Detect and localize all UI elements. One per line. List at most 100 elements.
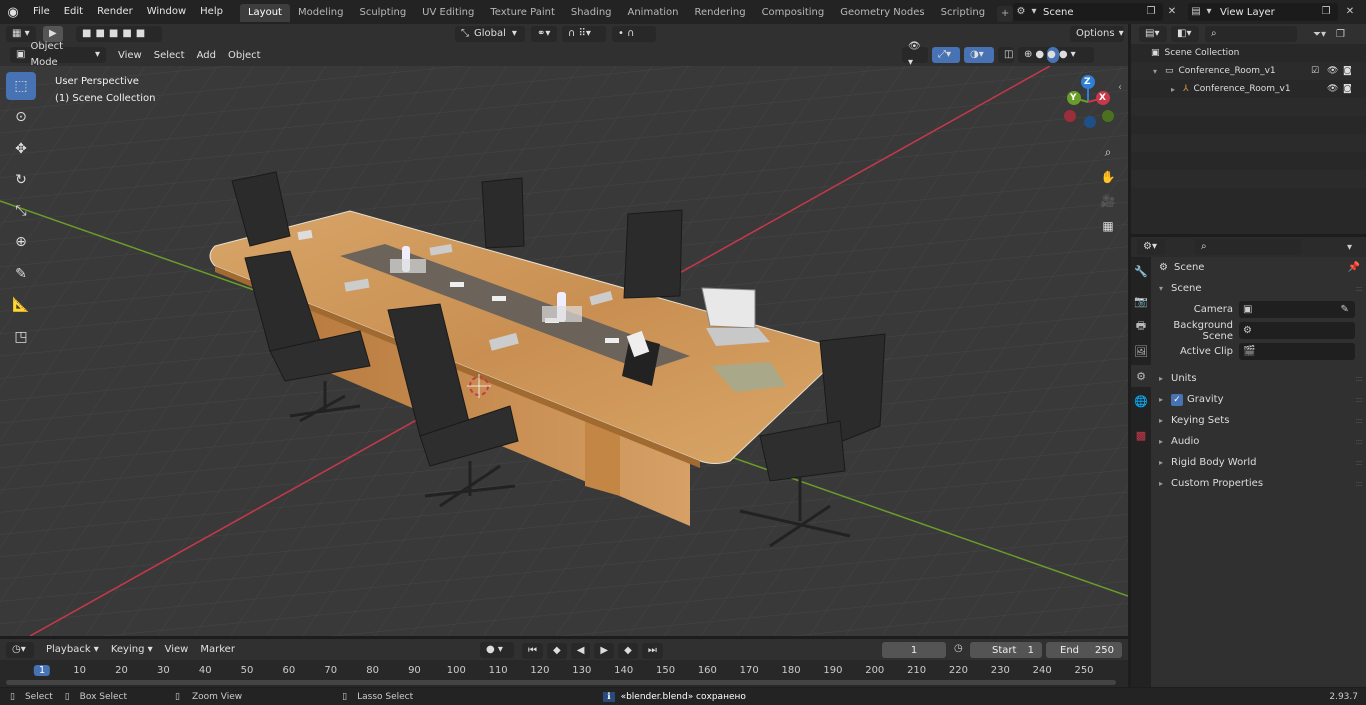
tab-modeling[interactable]: Modeling xyxy=(290,4,352,22)
next-keyframe-icon[interactable]: ◆ xyxy=(618,643,638,659)
add-cube-tool-icon[interactable]: ◳ xyxy=(6,323,36,351)
expand-icon[interactable]: ▾ xyxy=(1153,67,1165,76)
tab-layout[interactable]: Layout xyxy=(239,4,290,22)
snapping-buttons[interactable]: ∩ ⠿▾ xyxy=(562,26,606,42)
jump-end-icon[interactable]: ⏭ xyxy=(641,643,663,659)
cursor-tool-icon[interactable]: ⊙ xyxy=(6,103,36,131)
3d-viewport[interactable]: User Perspective (1) Scene Collection Z … xyxy=(0,66,1128,636)
tool-tab-icon[interactable]: 🔧 xyxy=(1131,260,1151,282)
record-keyframes-icon[interactable]: ● ▾ xyxy=(480,642,514,658)
transform-tool-icon[interactable]: ⊕ xyxy=(6,228,36,256)
timeline-editor-type-icon[interactable]: ◷▾ xyxy=(6,641,34,658)
render-tab-icon[interactable]: 📷 xyxy=(1131,290,1151,312)
camera-view-icon[interactable]: 🎥 xyxy=(1097,190,1119,212)
new-scene-icon[interactable]: ❐ xyxy=(1143,4,1159,20)
move-tool-icon[interactable]: ✥ xyxy=(6,135,36,163)
tab-sculpting[interactable]: Sculpting xyxy=(351,4,414,22)
shading-mode-buttons[interactable]: ⊕● ● ●▾ xyxy=(1018,47,1094,63)
camera-field[interactable]: ▣ ✎ xyxy=(1239,301,1355,318)
outliner-object-row[interactable]: ▸ ⅄ Conference_Room_v1 👁 ◙ xyxy=(1131,80,1366,98)
overlays-toggle-icon[interactable]: ◑▾ xyxy=(964,47,994,63)
timeline-scrollbar[interactable] xyxy=(6,680,1116,685)
properties-options-icon[interactable]: ▾ xyxy=(1347,242,1352,253)
pin-icon[interactable]: 📌 xyxy=(1348,262,1360,273)
scene-selector[interactable]: ⚙ ▾ Scene ❐ xyxy=(1013,3,1163,21)
start-frame-field[interactable]: Start 1 xyxy=(970,642,1042,658)
select-box-tool-icon[interactable]: ⬚ xyxy=(6,72,36,100)
menu-select[interactable]: Select xyxy=(148,50,191,61)
pivot-point-dropdown[interactable]: ⚭▾ xyxy=(531,26,557,42)
zoom-icon[interactable]: ⌕ xyxy=(1097,141,1119,163)
prev-keyframe-icon[interactable]: ◆ xyxy=(547,643,567,659)
tab-animation[interactable]: Animation xyxy=(620,4,687,22)
panel-scene-header[interactable]: ▾ Scene :::: xyxy=(1153,278,1366,299)
measure-tool-icon[interactable]: 📐 xyxy=(6,291,36,319)
menu-window[interactable]: Window xyxy=(140,0,193,24)
perspective-toggle-icon[interactable]: ▦ xyxy=(1097,215,1119,237)
outliner-collection-row[interactable]: ▾ ▭ Conference_Room_v1 ☑ 👁 ◙ xyxy=(1131,62,1366,80)
properties-editor-type-icon[interactable]: ⚙▾ xyxy=(1137,239,1165,255)
background-scene-field[interactable]: ⚙ xyxy=(1239,322,1355,339)
rotate-tool-icon[interactable]: ↻ xyxy=(6,166,36,194)
active-clip-field[interactable]: 🎬 xyxy=(1239,343,1355,360)
panel-custom-properties[interactable]: ▸ Custom Properties:::: xyxy=(1153,473,1366,494)
texture-tab-icon[interactable]: ▩ xyxy=(1131,424,1151,446)
include-checkbox[interactable]: ☑ xyxy=(1311,66,1319,76)
gizmo-toggle-icon[interactable]: ⤢▾ xyxy=(932,47,960,63)
display-mode-icon[interactable]: ◧▾ xyxy=(1171,26,1199,42)
menu-object[interactable]: Object xyxy=(222,50,267,61)
menu-marker[interactable]: Marker xyxy=(194,644,241,655)
mode-dropdown[interactable]: ▣ Object Mode ▾ xyxy=(10,41,106,68)
new-view-layer-icon[interactable]: ❐ xyxy=(1318,4,1334,20)
menu-add[interactable]: Add xyxy=(191,50,222,61)
visibility-eye-icon[interactable]: 👁 xyxy=(1327,84,1338,94)
visibility-icon[interactable]: 👁▾ xyxy=(902,41,928,68)
menu-file[interactable]: File xyxy=(26,0,57,24)
menu-render[interactable]: Render xyxy=(90,0,140,24)
play-reverse-icon[interactable]: ◀ xyxy=(570,643,591,659)
tab-uv-editing[interactable]: UV Editing xyxy=(414,4,482,22)
select-mode-buttons[interactable]: ■■■■■ xyxy=(76,26,162,42)
tab-compositing[interactable]: Compositing xyxy=(754,4,833,22)
menu-keying[interactable]: Keying ▾ xyxy=(105,644,159,655)
remove-scene-icon[interactable]: ✕ xyxy=(1166,3,1178,21)
tab-texture-paint[interactable]: Texture Paint xyxy=(482,4,563,22)
view-layer-tab-icon[interactable]: 🖼 xyxy=(1131,340,1151,362)
drag-handle-icon[interactable]: :::: xyxy=(1355,437,1363,446)
tab-shading[interactable]: Shading xyxy=(563,4,620,22)
filter-icon[interactable]: ⏷▾ xyxy=(1313,29,1326,40)
annotate-tool-icon[interactable]: ✎ xyxy=(6,260,36,288)
blender-logo-icon[interactable]: ◉ xyxy=(0,0,26,24)
menu-timeline-view[interactable]: View xyxy=(159,644,195,655)
jump-start-icon[interactable]: ⏮ xyxy=(522,643,543,659)
menu-help[interactable]: Help xyxy=(193,0,230,24)
visibility-eye-icon[interactable]: 👁 xyxy=(1327,66,1338,76)
drag-handle-icon[interactable]: :::: xyxy=(1355,374,1363,383)
menu-playback[interactable]: Playback ▾ xyxy=(40,644,105,655)
tab-scripting[interactable]: Scripting xyxy=(933,4,993,22)
menu-view[interactable]: View xyxy=(112,50,148,61)
transform-orientation-dropdown[interactable]: ⤡ Global ▾ xyxy=(455,26,525,42)
world-tab-icon[interactable]: 🌐 xyxy=(1131,390,1151,412)
proportional-editing-buttons[interactable]: • ∩ xyxy=(612,26,656,42)
xray-toggle-icon[interactable]: ◫ xyxy=(998,47,1014,63)
panel-keying-sets[interactable]: ▸ Keying Sets:::: xyxy=(1153,410,1366,431)
panel-gravity[interactable]: ▸ ✓ Gravity:::: xyxy=(1153,389,1366,410)
tab-rendering[interactable]: Rendering xyxy=(686,4,753,22)
outliner-scene-collection[interactable]: ▣ Scene Collection xyxy=(1131,44,1366,62)
properties-search-input[interactable]: ⌕ xyxy=(1195,239,1301,255)
remove-view-layer-icon[interactable]: ✕ xyxy=(1342,3,1360,21)
panel-rigid-body-world[interactable]: ▸ Rigid Body World:::: xyxy=(1153,452,1366,473)
output-tab-icon[interactable]: 🖶 xyxy=(1131,315,1151,337)
outliner-editor-type-icon[interactable]: ▤▾ xyxy=(1139,26,1167,42)
gravity-checkbox[interactable]: ✓ xyxy=(1171,393,1183,406)
tab-geometry-nodes[interactable]: Geometry Nodes xyxy=(832,4,932,22)
sidebar-toggle-icon[interactable]: ‹ xyxy=(1118,82,1122,93)
add-workspace-button[interactable]: + xyxy=(997,6,1014,22)
eyedropper-icon[interactable]: ✎ xyxy=(1340,304,1348,315)
pan-hand-icon[interactable]: ✋ xyxy=(1097,166,1119,188)
end-frame-field[interactable]: End 250 xyxy=(1046,642,1122,658)
panel-audio[interactable]: ▸ Audio:::: xyxy=(1153,431,1366,452)
current-frame-field[interactable]: 1 xyxy=(882,642,946,658)
drag-handle-icon[interactable]: :::: xyxy=(1355,479,1363,488)
